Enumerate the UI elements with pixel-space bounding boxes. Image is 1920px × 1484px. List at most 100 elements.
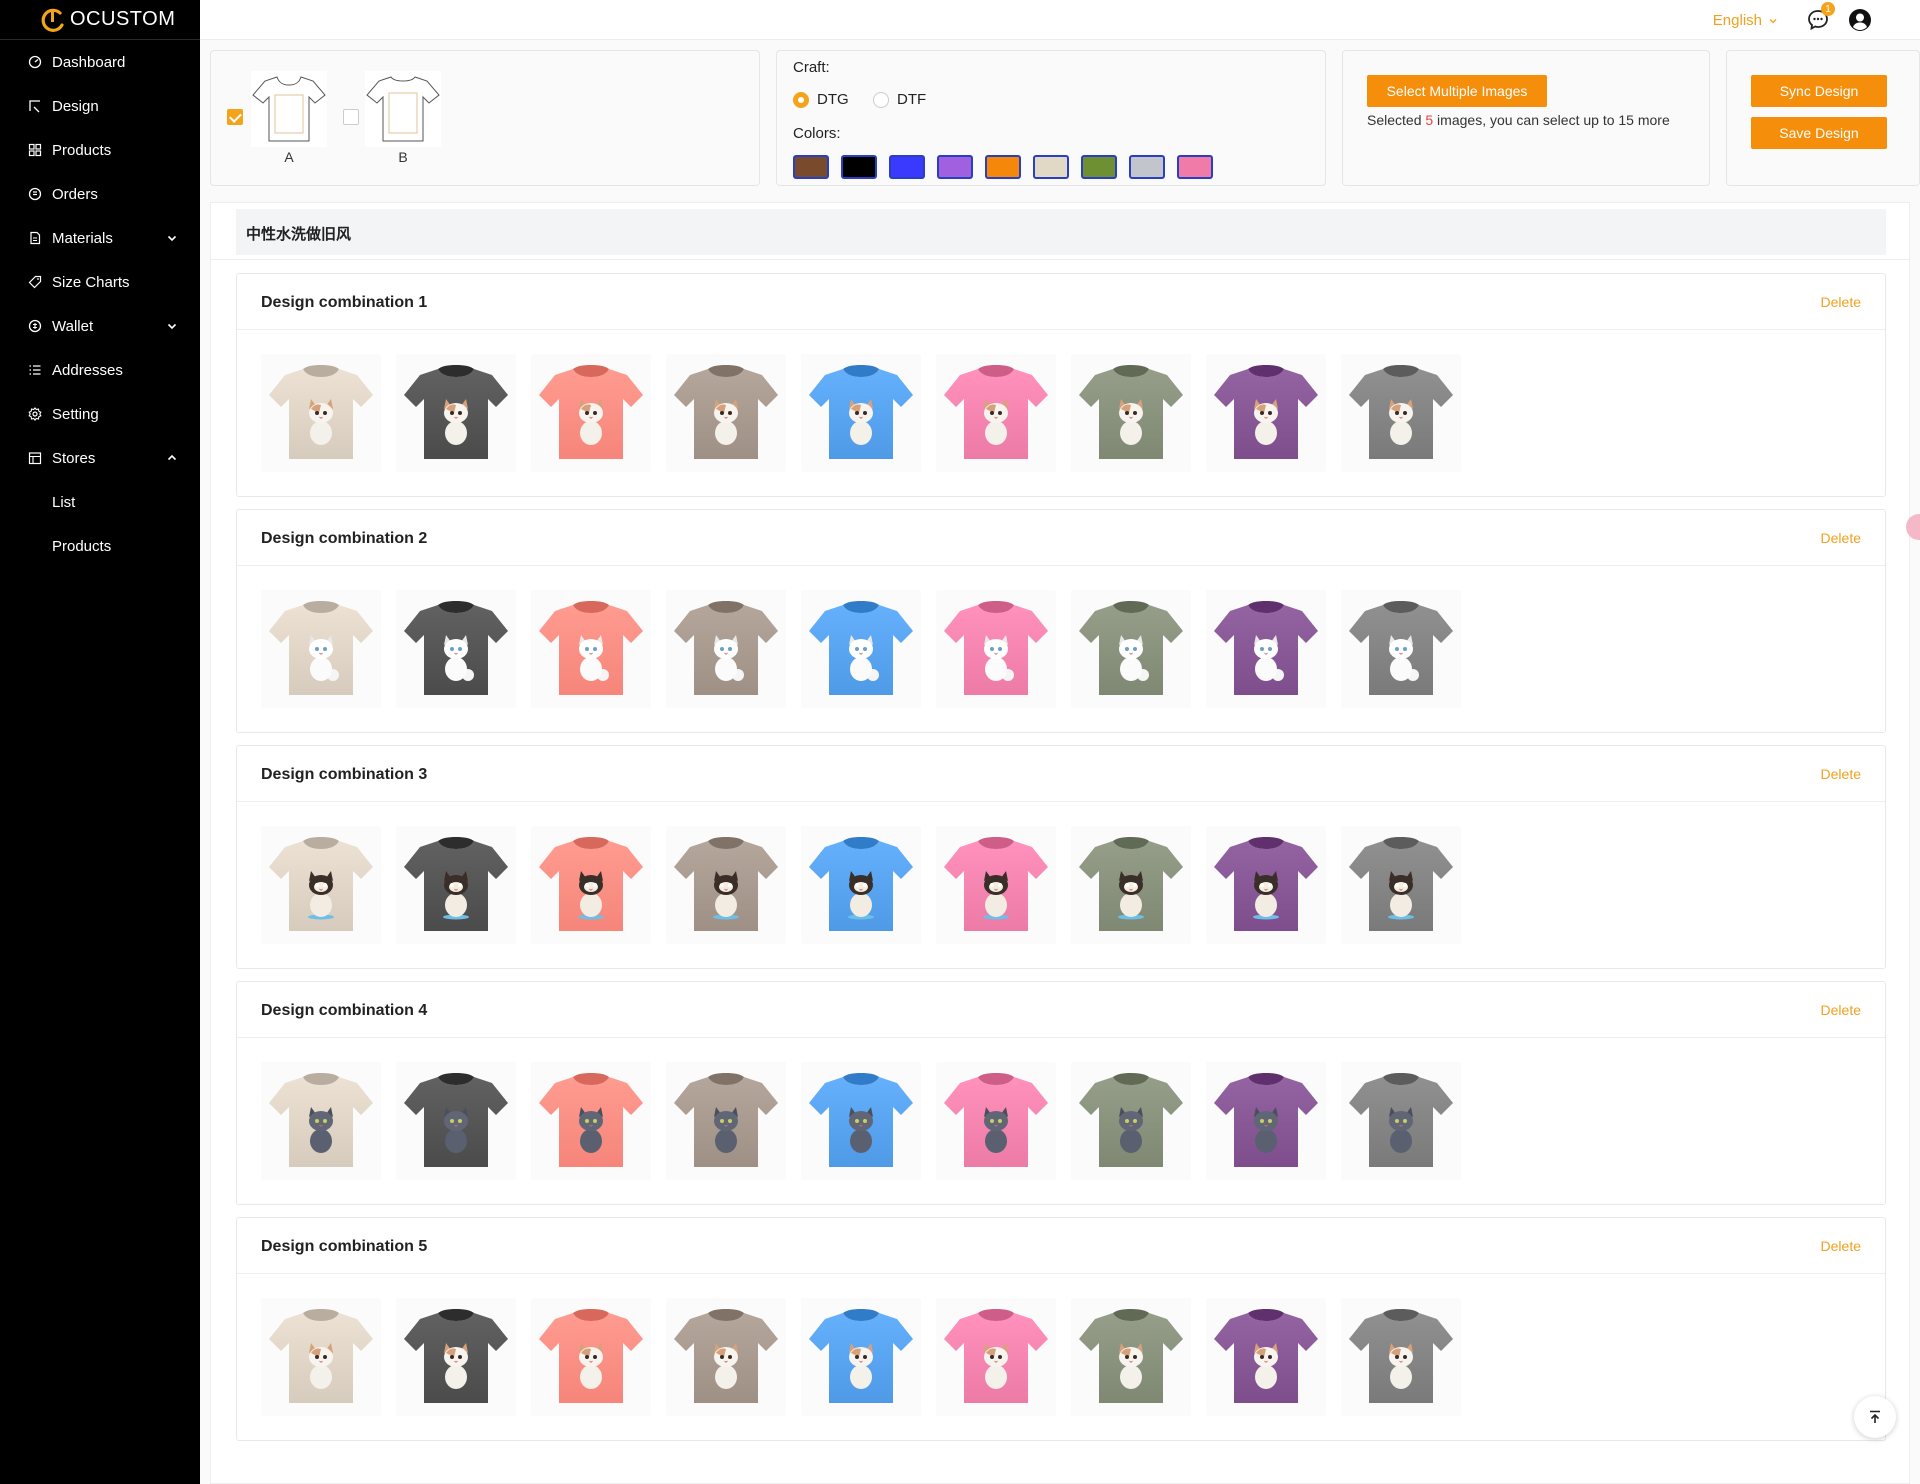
design-mockup-tile[interactable]: [531, 354, 651, 472]
design-mockup-tile[interactable]: [261, 1062, 381, 1180]
dashboard-icon: [28, 55, 42, 69]
design-mockup-tile[interactable]: [1071, 590, 1191, 708]
design-mockup-tile[interactable]: [261, 826, 381, 944]
design-mockup-tile[interactable]: [666, 1298, 786, 1416]
design-mockup-tile[interactable]: [261, 354, 381, 472]
delete-combination-link[interactable]: Delete: [1821, 294, 1861, 310]
design-mockup-tile[interactable]: [1206, 354, 1326, 472]
color-swatch[interactable]: [889, 155, 925, 179]
design-mockup-tile[interactable]: [1206, 826, 1326, 944]
design-mockup-tile[interactable]: [666, 590, 786, 708]
sidebar-subitem-products[interactable]: Products: [0, 524, 200, 568]
sidebar-subitem-list[interactable]: List: [0, 480, 200, 524]
sidebar-item-materials[interactable]: Materials: [0, 216, 200, 260]
back-to-top-button[interactable]: [1854, 1396, 1896, 1438]
design-mockup-tile[interactable]: [1071, 354, 1191, 472]
design-mockup-tile[interactable]: [396, 826, 516, 944]
design-mockup-tile[interactable]: [396, 354, 516, 472]
sidebar-item-orders[interactable]: Orders: [0, 172, 200, 216]
design-mockup-tile[interactable]: [666, 354, 786, 472]
color-swatch[interactable]: [985, 155, 1021, 179]
sidebar-item-wallet[interactable]: Wallet: [0, 304, 200, 348]
sidebar-item-setting[interactable]: Setting: [0, 392, 200, 436]
design-mockup-tile[interactable]: [801, 826, 921, 944]
design-mockup-tile[interactable]: [936, 826, 1056, 944]
mockup-b-checkbox[interactable]: [343, 109, 359, 125]
craft-panel: Craft: DTG DTF Colors:: [776, 50, 1326, 186]
sidebar-item-addresses[interactable]: Addresses: [0, 348, 200, 392]
combination-title: Design combination 4: [261, 1002, 428, 1019]
design-mockup-tile[interactable]: [936, 1062, 1056, 1180]
design-mockup-tile[interactable]: [801, 354, 921, 472]
design-mockup-tile[interactable]: [531, 826, 651, 944]
design-mockup-tile[interactable]: [801, 1298, 921, 1416]
design-mockup-tile[interactable]: [261, 590, 381, 708]
delete-combination-link[interactable]: Delete: [1821, 1002, 1861, 1018]
design-mockup-tile[interactable]: [801, 1062, 921, 1180]
design-mockup-tile[interactable]: [1341, 1298, 1461, 1416]
tshirt-mockup-icon: [269, 1309, 373, 1403]
sidebar-item-label: Addresses: [52, 361, 123, 379]
color-swatch[interactable]: [1129, 155, 1165, 179]
select-multiple-images-button[interactable]: Select Multiple Images: [1367, 75, 1547, 107]
mockup-b-thumbnail[interactable]: [365, 71, 441, 147]
sidebar-item-size-charts[interactable]: Size Charts: [0, 260, 200, 304]
design-mockup-tile[interactable]: [666, 826, 786, 944]
mockup-a-thumbnail[interactable]: [251, 71, 327, 147]
design-mockup-tile[interactable]: [531, 1062, 651, 1180]
design-mockup-tile[interactable]: [936, 354, 1056, 472]
design-mockup-tile[interactable]: [801, 590, 921, 708]
design-mockup-tile[interactable]: [261, 1298, 381, 1416]
design-mockup-tile[interactable]: [1071, 1062, 1191, 1180]
sidebar-item-products[interactable]: Products: [0, 128, 200, 172]
sidebar-item-dashboard[interactable]: Dashboard: [0, 40, 200, 84]
tshirt-mockup-icon: [269, 1073, 373, 1167]
design-mockup-tile[interactable]: [1071, 826, 1191, 944]
color-swatch[interactable]: [793, 155, 829, 179]
design-mockup-tile[interactable]: [531, 590, 651, 708]
design-mockup-tile[interactable]: [1206, 1298, 1326, 1416]
design-mockup-tile[interactable]: [1341, 1062, 1461, 1180]
save-design-button[interactable]: Save Design: [1751, 117, 1887, 149]
design-mockup-tile[interactable]: [396, 1298, 516, 1416]
design-mockup-tile[interactable]: [666, 1062, 786, 1180]
design-mockup-tile[interactable]: [1206, 1062, 1326, 1180]
design-mockup-tile[interactable]: [1071, 1298, 1191, 1416]
color-swatch[interactable]: [1081, 155, 1117, 179]
delete-combination-link[interactable]: Delete: [1821, 530, 1861, 546]
design-mockup-tile[interactable]: [531, 1298, 651, 1416]
combination-header: Design combination 3 Delete: [237, 746, 1885, 802]
design-mockup-tile[interactable]: [396, 1062, 516, 1180]
mockup-tiles: [261, 1298, 1461, 1416]
design-mockup-tile[interactable]: [1341, 590, 1461, 708]
logo[interactable]: OCUSTOM: [0, 0, 200, 40]
craft-option-dtg[interactable]: DTG: [793, 91, 849, 108]
user-account-button[interactable]: [1848, 8, 1872, 32]
delete-combination-link[interactable]: Delete: [1821, 1238, 1861, 1254]
design-mockup-tile[interactable]: [936, 1298, 1056, 1416]
sidebar-item-stores[interactable]: Stores: [0, 436, 200, 480]
mockup-tiles: [261, 354, 1461, 472]
delete-combination-link[interactable]: Delete: [1821, 766, 1861, 782]
chevron-down-icon: [167, 235, 177, 242]
language-selector[interactable]: English: [1713, 12, 1778, 29]
design-mockup-tile[interactable]: [396, 590, 516, 708]
color-swatch[interactable]: [1177, 155, 1213, 179]
mockup-b-label: B: [398, 149, 408, 165]
design-mockup-tile[interactable]: [1206, 590, 1326, 708]
tshirt-mockup-icon: [539, 365, 643, 459]
design-mockup-tile[interactable]: [1341, 826, 1461, 944]
design-mockup-tile[interactable]: [1341, 354, 1461, 472]
color-swatch[interactable]: [937, 155, 973, 179]
sync-design-button[interactable]: Sync Design: [1751, 75, 1887, 107]
tshirt-mockup-icon: [1079, 1073, 1183, 1167]
messages-button[interactable]: 1: [1806, 2, 1835, 32]
craft-option-dtf[interactable]: DTF: [873, 91, 926, 108]
color-swatch[interactable]: [841, 155, 877, 179]
mockup-a-checkbox[interactable]: [227, 109, 243, 125]
color-swatch[interactable]: [1033, 155, 1069, 179]
sidebar-item-label: Wallet: [52, 317, 94, 335]
sidebar-item-design[interactable]: Design: [0, 84, 200, 128]
design-mockup-tile[interactable]: [936, 590, 1056, 708]
sidebar-item-label: Products: [52, 141, 112, 159]
